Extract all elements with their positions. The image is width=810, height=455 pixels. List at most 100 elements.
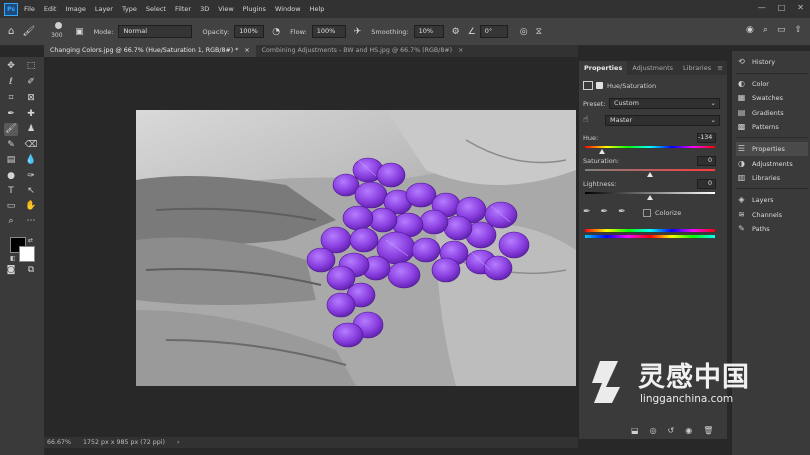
gear-icon[interactable]: ⚙ xyxy=(452,27,460,37)
menu-view[interactable]: View xyxy=(218,5,233,13)
rectangle-tool-icon[interactable]: ▭ xyxy=(4,200,18,213)
saturation-slider-thumb[interactable] xyxy=(647,172,653,177)
brush-tool-icon[interactable]: 🖌 xyxy=(22,26,35,37)
lightness-slider-track[interactable] xyxy=(585,192,715,194)
dock-item-adjustments[interactable]: ◑ Adjustments xyxy=(736,157,808,171)
user-icon[interactable]: ◉ xyxy=(746,25,754,35)
reset-icon[interactable]: ↺ xyxy=(668,426,675,435)
crop-tool-icon[interactable]: ⌗ xyxy=(4,92,18,105)
zoom-level[interactable]: 66.67% xyxy=(47,439,71,446)
more-tools-icon[interactable]: ⋯ xyxy=(24,215,38,228)
maximize-button[interactable]: □ xyxy=(778,3,786,12)
share-icon[interactable]: ⇪ xyxy=(794,25,802,35)
history-brush-tool-icon[interactable]: ✎ xyxy=(4,139,18,152)
opacity-field[interactable]: 100% xyxy=(234,25,265,38)
airbrush-icon[interactable]: ✈ xyxy=(354,27,362,37)
workspace-icon[interactable]: ▭ xyxy=(777,25,786,35)
mode-select[interactable]: Normal xyxy=(118,25,193,38)
status-menu-arrow[interactable]: › xyxy=(177,439,180,446)
dock-item-patterns[interactable]: ▩ Patterns xyxy=(736,120,808,134)
smoothing-field[interactable]: 10% xyxy=(413,25,444,38)
tab-changing-colors[interactable]: Changing Colors.jpg @ 66.7% (Hue/Saturat… xyxy=(44,45,256,57)
eraser-tool-icon[interactable]: ⌫ xyxy=(24,139,38,152)
menu-plugins[interactable]: Plugins xyxy=(243,5,266,13)
swap-colors-icon[interactable]: ⇄ xyxy=(28,237,33,244)
brush-tool-icon[interactable]: 🖌 xyxy=(4,123,18,136)
hue-slider-thumb[interactable] xyxy=(598,149,605,154)
type-tool-icon[interactable]: T xyxy=(4,185,18,198)
tab-close-icon[interactable]: × xyxy=(244,47,249,54)
path-select-tool-icon[interactable]: ↖ xyxy=(24,185,38,198)
clip-to-layer-icon[interactable]: ⬓ xyxy=(631,426,639,435)
frame-tool-icon[interactable]: ⊠ xyxy=(24,92,38,105)
minimize-button[interactable]: — xyxy=(758,3,766,12)
menu-image[interactable]: Image xyxy=(65,5,85,13)
eyedropper-tool-icon[interactable]: ✒ xyxy=(4,108,18,121)
colorize-option[interactable]: Colorize xyxy=(643,209,681,217)
menu-help[interactable]: Help xyxy=(310,5,325,13)
dodge-tool-icon[interactable]: ● xyxy=(4,170,18,183)
dock-item-paths[interactable]: ✎ Paths xyxy=(736,222,808,236)
eyedropper-plus-icon[interactable]: ✒ xyxy=(601,207,609,217)
colorize-checkbox[interactable] xyxy=(643,209,651,217)
saturation-field[interactable]: 0 xyxy=(697,156,716,166)
menu-select[interactable]: Select xyxy=(146,5,166,13)
dock-item-history[interactable]: ⟲ History xyxy=(736,55,808,69)
targeted-adjustment-hand-icon[interactable]: ☝ xyxy=(583,115,588,125)
panel-menu-icon[interactable]: ≡ xyxy=(717,64,723,72)
visibility-icon[interactable]: ◉ xyxy=(685,426,692,435)
menu-edit[interactable]: Edit xyxy=(44,5,57,13)
quick-mask-icon[interactable]: ◙ xyxy=(4,264,18,277)
symmetry-icon[interactable]: ⧖ xyxy=(536,27,542,37)
lasso-tool-icon[interactable]: ℓ xyxy=(4,76,18,89)
tab-combining-adjustments[interactable]: Combining Adjustments - BW and HS.jpg @ … xyxy=(255,45,470,57)
flow-field[interactable]: 100% xyxy=(311,25,346,38)
view-previous-icon[interactable]: ◎ xyxy=(650,426,657,435)
menu-filter[interactable]: Filter xyxy=(175,5,191,13)
menu-window[interactable]: Window xyxy=(275,5,301,13)
menu-file[interactable]: File xyxy=(24,5,35,13)
dock-item-gradients[interactable]: ▤ Gradients xyxy=(736,106,808,120)
dock-item-channels[interactable]: ≋ Channels xyxy=(736,208,808,222)
menu-layer[interactable]: Layer xyxy=(95,5,113,13)
tab-close-icon[interactable]: × xyxy=(458,47,463,54)
dock-item-properties[interactable]: ☰ Properties xyxy=(736,142,808,156)
dock-item-color[interactable]: ◐ Color xyxy=(736,77,808,91)
close-button[interactable]: ✕ xyxy=(797,3,804,12)
eyedropper-icon[interactable]: ✒ xyxy=(583,207,591,217)
lightness-field[interactable]: 0 xyxy=(697,179,716,189)
search-icon[interactable]: ⌕ xyxy=(763,25,768,35)
move-tool-icon[interactable]: ✥ xyxy=(4,60,18,73)
zoom-tool-icon[interactable]: ⌕ xyxy=(4,215,18,228)
brush-settings-icon[interactable]: ▣ xyxy=(75,27,84,37)
eyedropper-minus-icon[interactable]: ✒ xyxy=(618,207,626,217)
delete-icon[interactable]: 🗑 xyxy=(703,426,713,435)
dock-item-layers[interactable]: ◈ Layers xyxy=(736,193,808,207)
preset-select[interactable]: Custom ⌄ xyxy=(609,98,720,109)
background-color-swatch[interactable] xyxy=(19,246,35,262)
blur-tool-icon[interactable]: 💧 xyxy=(24,154,38,167)
artboard-tool-icon[interactable]: ⬚ xyxy=(24,60,38,73)
brush-preset-picker[interactable]: 300 xyxy=(51,21,67,43)
menu-3d[interactable]: 3D xyxy=(200,5,209,13)
document-image[interactable] xyxy=(136,110,576,386)
default-colors-icon[interactable]: ◧ xyxy=(10,255,16,262)
hue-slider-track[interactable] xyxy=(585,146,715,148)
hue-field[interactable]: -134 xyxy=(697,133,716,143)
hand-tool-icon[interactable]: ✋ xyxy=(24,200,38,213)
angle-field[interactable]: 0° xyxy=(479,25,508,38)
tab-libraries[interactable]: Libraries xyxy=(678,61,716,75)
saturation-slider-track[interactable] xyxy=(585,169,715,171)
lightness-slider-thumb[interactable] xyxy=(647,195,653,200)
menu-type[interactable]: Type xyxy=(122,5,137,13)
pressure-opacity-icon[interactable]: ◔ xyxy=(272,27,280,37)
pen-tool-icon[interactable]: ✑ xyxy=(24,170,38,183)
dock-item-libraries[interactable]: ▥ Libraries xyxy=(736,171,808,185)
channel-select[interactable]: Master ⌄ xyxy=(605,115,720,126)
tab-adjustments[interactable]: Adjustments xyxy=(627,61,678,75)
home-icon[interactable]: ⌂ xyxy=(8,26,14,37)
pressure-size-icon[interactable]: ◎ xyxy=(520,27,528,37)
healing-tool-icon[interactable]: ✚ xyxy=(24,108,38,121)
quick-select-tool-icon[interactable]: ✐ xyxy=(24,76,38,89)
dock-item-swatches[interactable]: ▦ Swatches xyxy=(736,91,808,105)
